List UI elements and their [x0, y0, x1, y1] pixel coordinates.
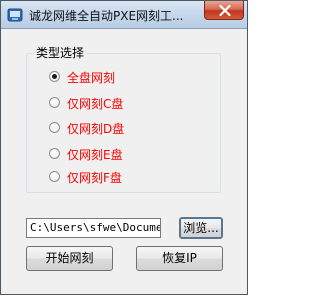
radio-label: 仅网刻D盘: [67, 122, 125, 136]
radio-button[interactable]: [49, 171, 60, 182]
app-icon: [7, 7, 23, 23]
window-title: 诚龙网维全自动PXE网刻工...: [29, 9, 184, 23]
browse-button[interactable]: 浏览...: [179, 217, 223, 239]
group-title: 类型选择: [34, 44, 87, 61]
radio-button[interactable]: [49, 122, 60, 133]
radio-label: 全盘网刻: [67, 71, 116, 85]
start-button-label: 开始网刻: [45, 251, 94, 265]
close-button[interactable]: [204, 1, 244, 20]
browse-button-label: 浏览...: [183, 221, 219, 235]
path-input[interactable]: C:\Users\sfwe\Document: [26, 218, 161, 238]
radio-label: 仅网刻F盘: [67, 171, 122, 185]
restore-ip-button[interactable]: 恢复IP: [136, 246, 223, 271]
radio-button[interactable]: [49, 148, 60, 159]
start-clone-button[interactable]: 开始网刻: [26, 246, 113, 271]
restore-button-label: 恢复IP: [162, 251, 197, 265]
title-bar[interactable]: 诚龙网维全自动PXE网刻工...: [1, 1, 247, 29]
radio-label: 仅网刻C盘: [67, 97, 124, 111]
close-icon: [219, 5, 231, 16]
radio-button[interactable]: [49, 97, 60, 108]
app-window: 诚龙网维全自动PXE网刻工... 类型选择 全盘网刻 仅网刻C盘 仅网刻D盘 仅…: [0, 0, 248, 295]
radio-button-checked[interactable]: [49, 71, 60, 82]
radio-label: 仅网刻E盘: [67, 148, 123, 162]
